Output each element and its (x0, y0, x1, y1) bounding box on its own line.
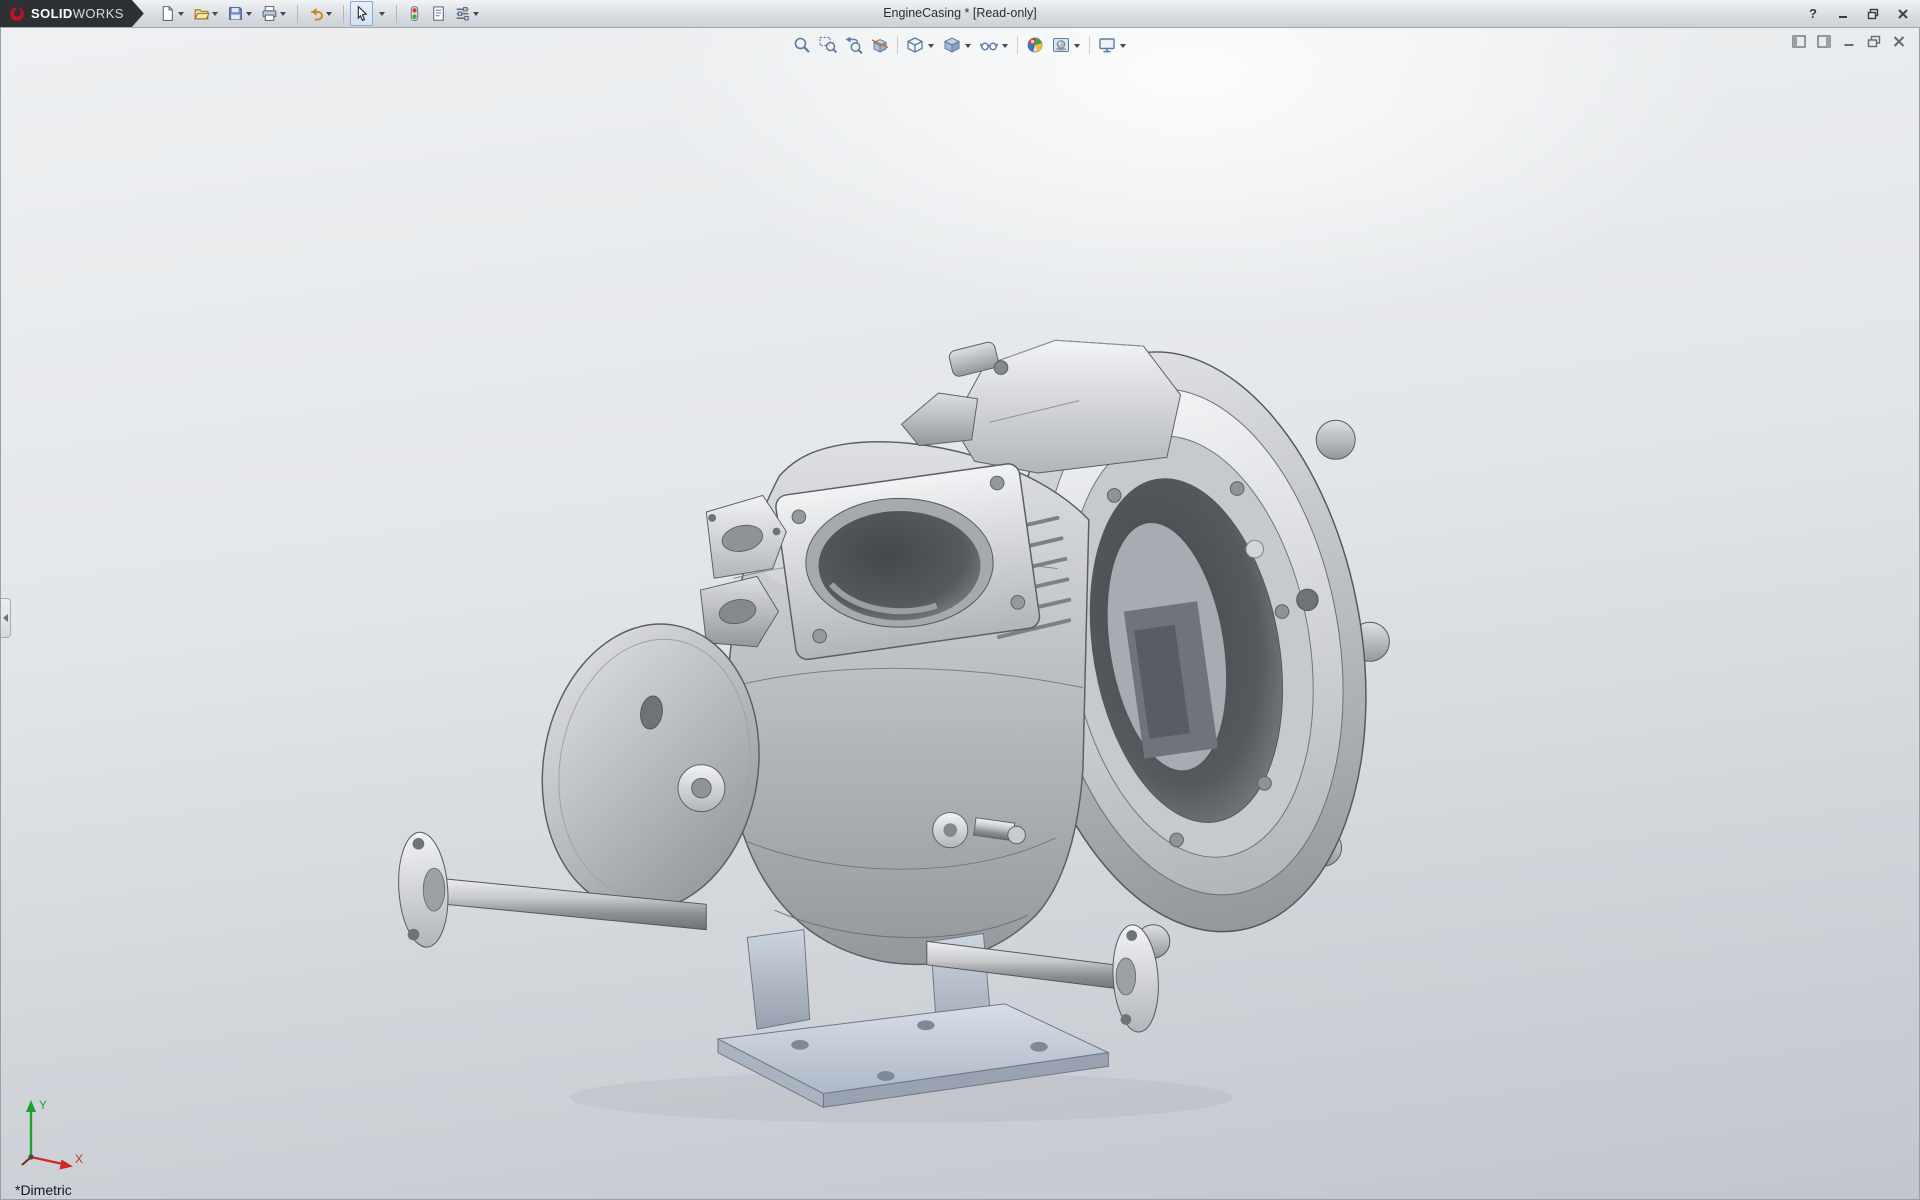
hide-show-glasses-icon (979, 35, 999, 55)
close-icon (1897, 8, 1909, 20)
pane-flyout-tab[interactable] (1, 598, 11, 638)
save-dropdown-arrow[interactable] (246, 12, 252, 16)
edit-appearance-ball-icon (1025, 35, 1045, 55)
select-cursor-icon (353, 5, 370, 22)
print-dropdown-arrow[interactable] (280, 12, 286, 16)
options-sliders-icon (454, 5, 471, 22)
solidworks-logo: SOLIDWORKS (0, 0, 144, 27)
restore-icon (1867, 8, 1879, 20)
undo-dropdown-arrow[interactable] (326, 12, 332, 16)
new-document-button[interactable] (156, 1, 189, 26)
save-button[interactable] (224, 1, 257, 26)
options-button[interactable] (451, 1, 484, 26)
edit-appearance-button[interactable] (1024, 34, 1046, 56)
toolbar-separator (396, 5, 397, 23)
document-window-controls (1791, 34, 1907, 49)
apply-scene-button[interactable] (1050, 34, 1083, 56)
brand-text: SOLIDWORKS (31, 6, 124, 21)
zoom-to-area-button[interactable] (817, 34, 839, 56)
toolbar-separator (343, 5, 344, 23)
view-orientation-dropdown-arrow[interactable] (928, 44, 934, 48)
engine-casing-model[interactable] (1, 28, 1919, 1199)
display-style-cube-icon (942, 35, 962, 55)
options-dropdown-arrow[interactable] (473, 12, 479, 16)
section-view-button[interactable] (869, 34, 891, 56)
toolbar-separator (297, 5, 298, 23)
hud-separator (897, 36, 898, 54)
rebuild-traffic-light-icon (406, 5, 423, 22)
select-dropdown-arrow (379, 12, 385, 16)
view-orientation-button[interactable] (904, 34, 937, 56)
triad-x-label: X (75, 1152, 83, 1166)
display-style-dropdown-arrow[interactable] (965, 44, 971, 48)
new-dropdown-arrow[interactable] (178, 12, 184, 16)
display-pane-button[interactable] (1816, 34, 1832, 49)
doc-close-button[interactable] (1891, 34, 1907, 49)
zoom-to-area-icon (818, 35, 838, 55)
file-properties-icon (430, 5, 447, 22)
zoom-to-fit-button[interactable] (791, 34, 813, 56)
featuremanager-pane-icon (1792, 35, 1806, 48)
doc-minimize-icon (1842, 35, 1856, 48)
triad-y-label: Y (39, 1098, 47, 1112)
window-controls: ? (1804, 0, 1912, 27)
reference-triad: Y X (13, 1091, 87, 1175)
display-style-button[interactable] (941, 34, 974, 56)
doc-restore-button[interactable] (1866, 34, 1882, 49)
hide-show-items-button[interactable] (978, 34, 1011, 56)
save-floppy-icon (227, 5, 244, 22)
print-button[interactable] (258, 1, 291, 26)
view-settings-dropdown-arrow[interactable] (1120, 44, 1126, 48)
open-button[interactable] (190, 1, 223, 26)
apply-scene-dropdown-arrow[interactable] (1074, 44, 1080, 48)
doc-restore-icon (1867, 35, 1881, 48)
featuremanager-pane-button[interactable] (1791, 34, 1807, 49)
window-title: EngineCasing * [Read-only] (883, 6, 1037, 20)
previous-view-button[interactable] (843, 34, 865, 56)
titlebar-toolbar (156, 1, 484, 26)
open-folder-icon (193, 5, 210, 22)
undo-button[interactable] (304, 1, 337, 26)
file-properties-button[interactable] (427, 1, 450, 26)
dassault-systemes-logo-icon (9, 6, 25, 22)
select-button[interactable] (350, 1, 373, 26)
previous-view-icon (844, 35, 864, 55)
restore-button[interactable] (1864, 5, 1882, 23)
hide-show-dropdown-arrow[interactable] (1002, 44, 1008, 48)
open-dropdown-arrow[interactable] (212, 12, 218, 16)
new-document-icon (159, 5, 176, 22)
view-orientation-label: *Dimetric (15, 1182, 72, 1198)
minimize-icon (1837, 8, 1849, 20)
graphics-area[interactable]: Y X *Dimetric (0, 28, 1920, 1200)
select-dropdown-button[interactable] (374, 1, 390, 26)
model-carb-flange (774, 462, 1041, 661)
display-pane-icon (1817, 35, 1831, 48)
help-button[interactable]: ? (1804, 5, 1822, 23)
apply-scene-icon (1051, 35, 1071, 55)
heads-up-view-toolbar (785, 32, 1135, 58)
rebuild-button[interactable] (403, 1, 426, 26)
doc-minimize-button[interactable] (1841, 34, 1857, 49)
view-orientation-cube-icon (905, 35, 925, 55)
titlebar: SOLIDWORKS (0, 0, 1920, 28)
flyout-left-arrow-icon (3, 614, 8, 622)
close-button[interactable] (1894, 5, 1912, 23)
undo-arrow-icon (307, 5, 324, 22)
view-settings-button[interactable] (1096, 34, 1129, 56)
section-view-icon (870, 35, 890, 55)
hud-separator (1017, 36, 1018, 54)
view-settings-monitor-icon (1097, 35, 1117, 55)
doc-close-icon (1892, 35, 1906, 48)
hud-separator (1089, 36, 1090, 54)
print-icon (261, 5, 278, 22)
minimize-button[interactable] (1834, 5, 1852, 23)
zoom-to-fit-icon (792, 35, 812, 55)
